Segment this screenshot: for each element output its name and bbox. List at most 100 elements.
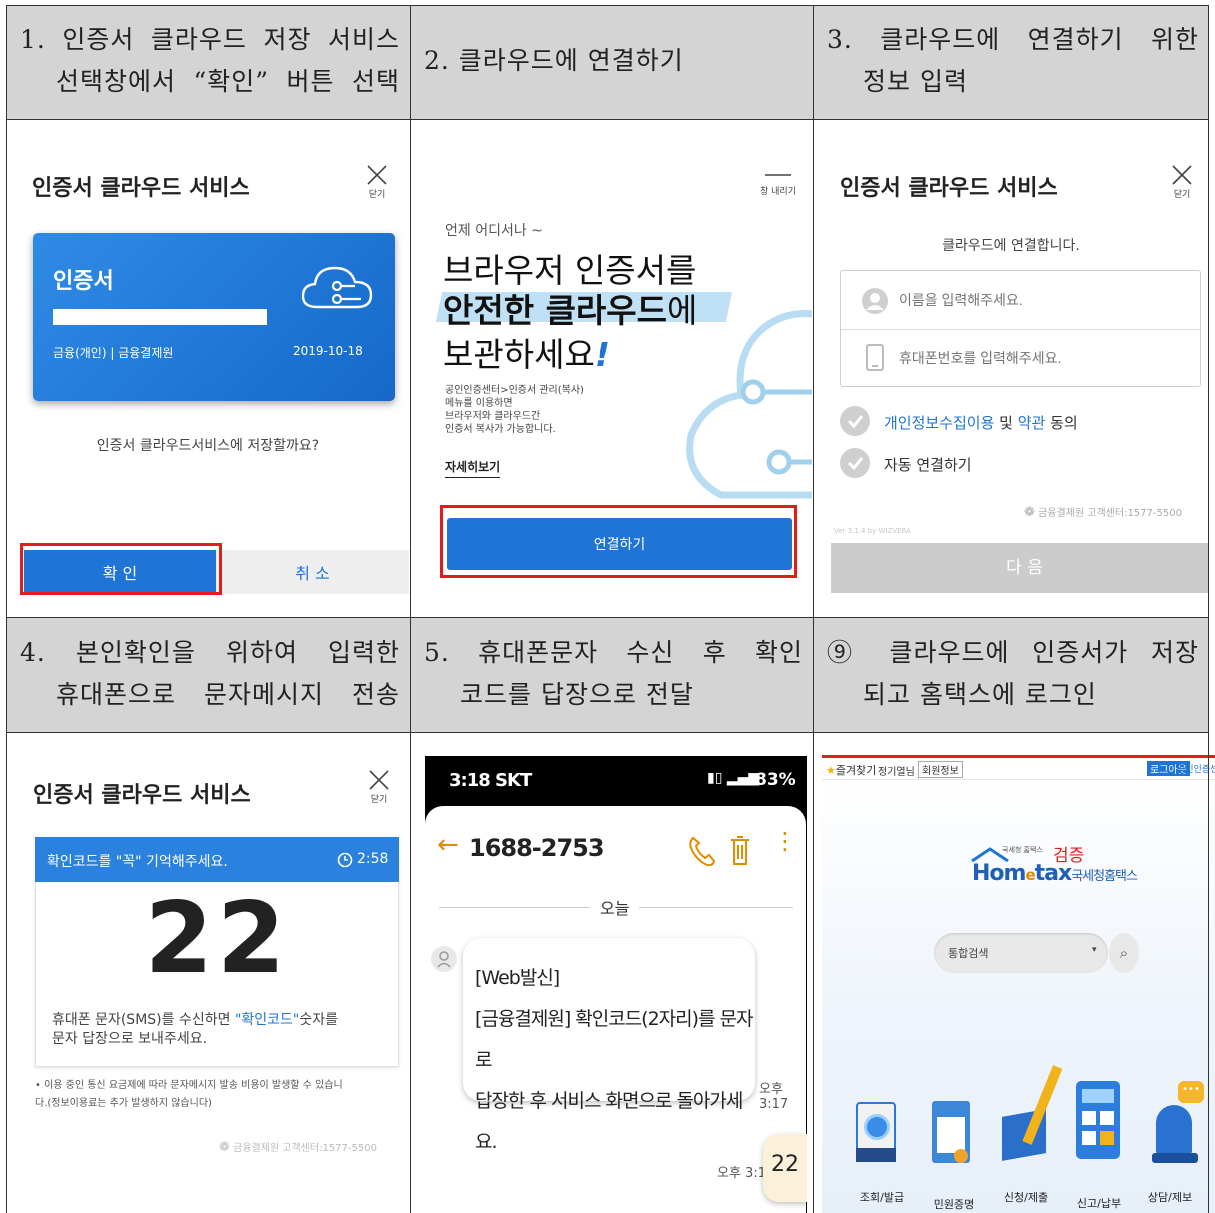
icon-shape [1100,1111,1114,1125]
check-icon [847,415,864,429]
back-arrow-icon[interactable]: ← [437,830,459,860]
user-name: 정기열님 [878,767,915,778]
grid-line [6,5,1209,6]
description: 공인인증센터>인증서 관리(복사) 메뉴를 이용하면 브라우저와 클라우드간 인… [445,384,584,436]
minimize-button[interactable]: 창 내리기 [753,172,803,206]
headline-2: 안전한 클라우드에 [443,284,697,332]
inquiry-issue-icon[interactable] [852,1096,902,1164]
certificate-card[interactable]: 인증서 금융(개인) | 금융결제원 2019-10-18 [33,233,395,401]
headline-2-rest: 에 [667,291,698,330]
auto-connect-label: 자동 연결하기 [884,456,972,474]
privacy-link[interactable]: 개인정보수집이용 [884,414,994,432]
search-icon[interactable]: ⌕ [1109,933,1139,973]
description-line: 공인인증센터>인증서 관리(복사) [445,385,584,396]
cloud-icon [301,266,373,309]
delete-icon[interactable] [729,834,751,868]
step-header-1-line2: 선택창에서 “확인” 버튼 선택 [56,67,400,96]
close-button[interactable]: 닫기 [1170,164,1194,200]
call-icon[interactable] [687,834,715,868]
icon-shape [856,1148,896,1162]
next-button[interactable]: 다 음 [831,543,1208,593]
highlight-box [440,505,797,578]
hometax-top-bar: ★즐겨찾기 정기열님 회원정보 로그아웃 공인인증센터 [822,758,1215,780]
close-button[interactable]: 닫기 [367,769,391,805]
signal-icon: ▮▯ ▂▄▆ [707,770,760,786]
agree-checkbox[interactable] [840,406,870,436]
dialog-title: 인증서 클라우드 서비스 [33,783,251,808]
message-line: [Web발신] [475,967,560,989]
member-info-button[interactable]: 회원정보 [918,761,963,778]
message-time: 오후 3:17 [759,1082,789,1112]
contact-avatar [431,946,457,972]
close-label: 닫기 [368,190,386,200]
message-line: 답장한 후 서비스 화면으로 돌아가세요. [475,1090,743,1153]
phone-input[interactable] [899,343,1189,373]
terms-link[interactable]: 약관 [1018,414,1046,432]
remember-code-text: 확인코드를 "꼭" 기억해주세요. [47,854,228,870]
panel-4-sms-code: 인증서 클라우드 서비스 닫기 확인코드를 "꼭" 기억해주세요. 2:58 2… [7,733,409,1213]
headline-3-mark: ! [594,335,610,374]
phone-status-bar: 3:18 SKT ▮▯ ▂▄▆ 83% [425,756,806,806]
more-link[interactable]: 자세히보기 [445,458,501,478]
step-header-1: 1. 인증서 클라우드 저장 서비스 선택창에서 “확인” 버튼 선택 [6,5,410,119]
dialog-title: 인증서 클라우드 서비스 [32,176,250,201]
card-date: 2019-10-18 [293,344,363,358]
menu-label[interactable]: 조회/발급 [852,1189,912,1205]
agree-mid: 및 [994,414,1018,432]
menu-label[interactable]: 민원증명 [924,1196,984,1212]
panel-6-hometax: ★즐겨찾기 정기열님 회원정보 로그아웃 공인인증센터 국세청 홈택스 검증 H… [822,755,1215,1213]
menu-label[interactable]: 신고/납부 [1069,1195,1129,1211]
hometax-main: 국세청 홈택스 검증 Hometax국세청홈택스 통합검색 ▾ ⌕ ••• 조회… [822,781,1215,1213]
save-question: 인증서 클라우드서비스에 저장할까요? [96,438,320,454]
check-icon [847,457,864,471]
logo-part: 국세청홈택스 [1071,869,1138,884]
grid-line [6,5,7,1213]
icon-shape [937,1117,965,1153]
minimize-icon [765,174,791,176]
icon-shape [1156,1105,1192,1155]
battery-level: 83% [755,770,796,790]
incoming-message: [Web발신] [금융결제원] 확인코드(2자리)를 문자로 답장한 후 서비스… [463,938,755,1153]
step-header-4: 4. 본인확인을 위하여 입력한 휴대폰으로 문자메시지 전송 [6,618,410,732]
grid-line [6,732,1209,733]
dialog-title: 인증서 클라우드 서비스 [840,176,1058,201]
support-text: 금융결제원 고객센터:1577-5500 [233,1143,377,1154]
cert-center-link[interactable]: 공인인증센터 [1177,762,1215,775]
grid-line [6,119,1209,120]
more-icon[interactable]: ⋮ [773,829,797,853]
favorites-link[interactable]: ★즐겨찾기 [826,762,876,778]
panel-1-save-dialog: 인증서 클라우드 서비스 닫기 인증서 금융(개인) | 금융결제원 2019-… [7,120,409,617]
name-input[interactable] [899,285,1189,315]
reply-message: 22 [763,1134,807,1202]
close-icon [369,770,389,790]
sender-number: 1688-2753 [469,834,605,862]
countdown-timer: 2:58 [357,851,389,867]
menu-label[interactable]: 상담/제보 [1140,1189,1200,1205]
agree-label: 개인정보수집이용 및 약관 동의 [884,412,1078,433]
panel-2-connect-cloud: 창 내리기 언제 어디서나 ~ 브라우저 인증서를 안전한 클라우드에 보관하세… [411,120,812,617]
menu-label[interactable]: 신청/제출 [996,1189,1056,1205]
auto-connect-checkbox[interactable] [840,448,870,478]
close-button[interactable]: 닫기 [365,164,389,200]
application-icon[interactable] [1000,1061,1063,1161]
logo-part: Hom [972,861,1026,886]
description-line: 브라우저와 클라우드간 [445,411,541,422]
headline-3-text: 보관하세요 [443,335,595,374]
tax-payment-icon[interactable] [1076,1081,1122,1161]
support-footer: ❁ 금융결제원 고객센터:1577-5500 [1024,504,1182,520]
search-placeholder: 통합검색 [948,947,989,960]
kftc-logo-icon: ❁ [1024,505,1035,520]
step-header-1-line1: 1. 인증서 클라우드 저장 서비스 [20,25,400,54]
civil-certificate-icon[interactable] [930,1101,974,1169]
cancel-button[interactable]: 취 소 [216,550,409,594]
status-time-carrier: 3:18 SKT [449,770,532,791]
fee-note: • 이용 중인 통신 요금제에 따라 문자메시지 발송 비용이 발생할 수 있습… [35,1077,343,1113]
step-header-5-line2: 코드를 답장으로 전달 [460,680,694,709]
grid-line [410,5,411,1213]
dropdown-icon[interactable]: ▾ [1092,945,1097,955]
search-box[interactable]: 통합검색 ▾ [934,933,1108,973]
minimize-label: 창 내리기 [760,187,796,197]
consultation-icon[interactable]: ••• [1152,1081,1208,1167]
support-footer: ❁ 금융결제원 고객센터:1577-5500 [219,1139,377,1155]
user-icon [862,288,888,314]
